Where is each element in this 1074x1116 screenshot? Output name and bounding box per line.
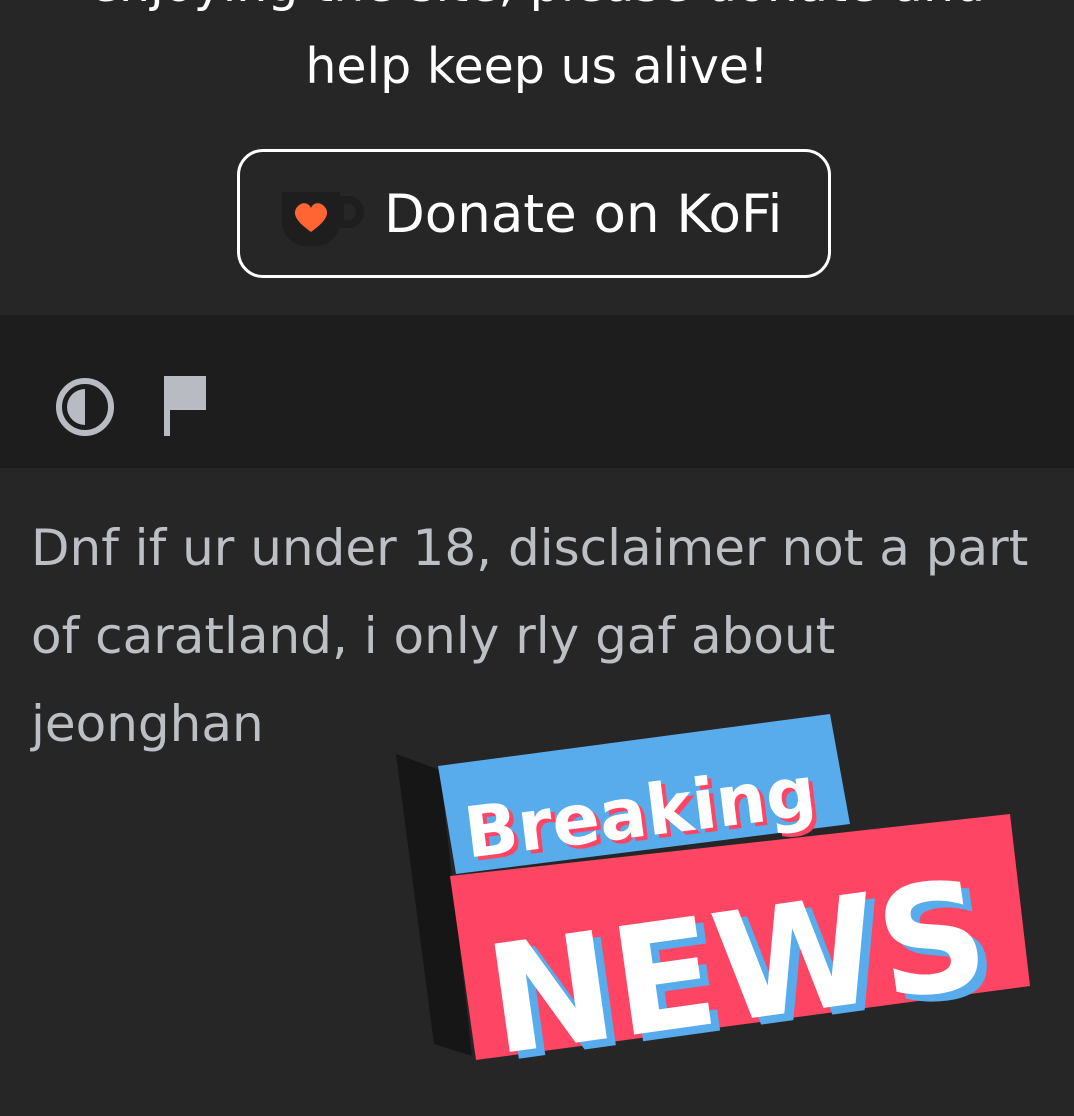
donate-kofi-button[interactable]: Donate on KoFi bbox=[237, 149, 831, 278]
flag-icon[interactable] bbox=[162, 374, 210, 438]
contrast-toggle-icon[interactable] bbox=[54, 376, 116, 438]
donate-button-label: Donate on KoFi bbox=[384, 184, 783, 245]
breaking-news-sticker: Breaking Breaking NEWS NEWS bbox=[396, 714, 1030, 1080]
banner-cut-text: enjoying the site, please donate and bbox=[0, 0, 1074, 18]
kofi-cup-heart-icon bbox=[282, 192, 364, 246]
donation-banner: enjoying the site, please donate and hel… bbox=[0, 0, 1074, 315]
banner-message: help keep us alive! bbox=[305, 38, 769, 95]
